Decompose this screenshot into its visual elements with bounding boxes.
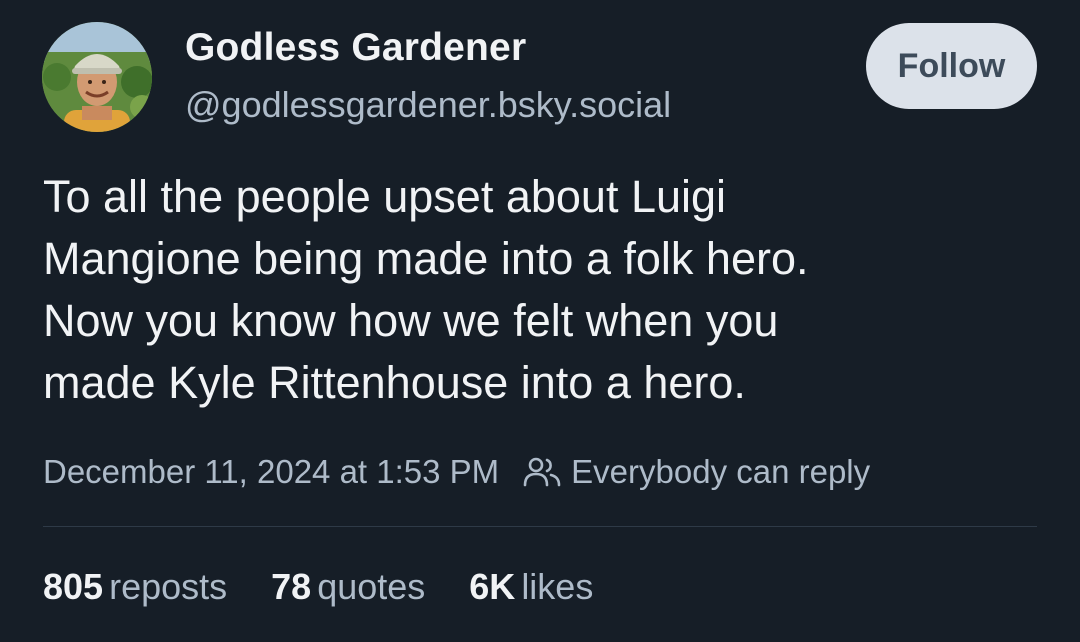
- likes-count[interactable]: 6K likes: [469, 566, 593, 608]
- people-icon: [523, 456, 561, 488]
- reposts-count[interactable]: 805 reposts: [43, 566, 227, 608]
- post-timestamp[interactable]: December 11, 2024 at 1:53 PM: [43, 453, 499, 491]
- post-stats: 805 reposts 78 quotes 6K likes: [43, 566, 637, 608]
- quotes-number: 78: [271, 566, 312, 607]
- avatar-photo-icon: [42, 22, 152, 132]
- quotes-count[interactable]: 78 quotes: [271, 566, 425, 608]
- likes-label: likes: [521, 566, 594, 607]
- likes-number: 6K: [469, 566, 516, 607]
- post-text: To all the people upset about Luigi Mang…: [43, 171, 809, 408]
- avatar[interactable]: [42, 22, 152, 132]
- reposts-label: reposts: [109, 566, 228, 607]
- post-card: Godless Gardener @godlessgardener.bsky.s…: [0, 0, 1080, 642]
- quotes-label: quotes: [317, 566, 426, 607]
- reposts-number: 805: [43, 566, 104, 607]
- divider: [43, 526, 1037, 527]
- reply-setting[interactable]: Everybody can reply: [571, 453, 870, 491]
- author-handle[interactable]: @godlessgardener.bsky.social: [185, 84, 671, 126]
- author-display-name[interactable]: Godless Gardener: [185, 26, 526, 70]
- post-meta: December 11, 2024 at 1:53 PM Everybody c…: [43, 450, 870, 494]
- follow-button[interactable]: Follow: [866, 23, 1037, 109]
